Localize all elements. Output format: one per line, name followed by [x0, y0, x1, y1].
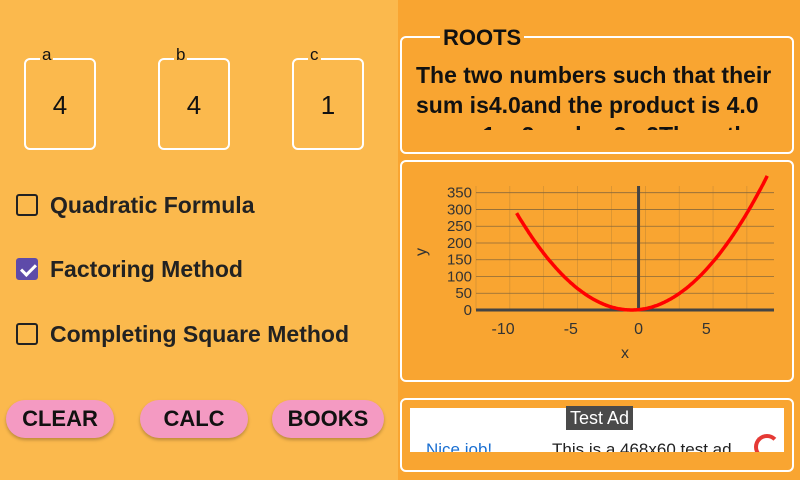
x-tick-label: -5 [564, 321, 578, 338]
roots-panel: ROOTS The two numbers such that their su… [400, 26, 794, 154]
ad-logo-icon [754, 434, 780, 452]
x-tick-label: 5 [702, 321, 711, 338]
y-tick-label: 50 [455, 285, 472, 302]
method-factoring[interactable]: Factoring Method [16, 252, 243, 286]
y-tick-label: 150 [447, 252, 472, 269]
completing-square-checkbox[interactable] [16, 323, 38, 345]
ad-panel: Nice job! This is a 468x60 test ad. Test… [400, 398, 794, 472]
calc-button[interactable]: CALC [140, 400, 248, 438]
coefficient-b-label: b [174, 45, 188, 64]
factoring-method-checkbox[interactable] [16, 258, 38, 280]
output-pane: ROOTS The two numbers such that their su… [398, 0, 800, 480]
method-completing-square[interactable]: Completing Square Method [16, 317, 349, 351]
y-axis-label: y [413, 248, 430, 256]
quadratic-formula-checkbox[interactable] [16, 194, 38, 216]
clear-button[interactable]: CLEAR [6, 400, 114, 438]
x-tick-label: -10 [492, 321, 515, 338]
factoring-method-label: Factoring Method [50, 255, 243, 282]
y-tick-label: 100 [447, 268, 472, 285]
roots-text: The two numbers such that their sum is4.… [416, 62, 772, 130]
coefficient-c-value[interactable]: 1 [294, 90, 362, 121]
test-ad-badge: Test Ad [566, 406, 634, 430]
input-pane: a 4 b 4 c 1 Quadratic Formula Factoring … [0, 0, 398, 480]
x-tick-label: 0 [634, 321, 643, 338]
ad-headline[interactable]: Nice job! [426, 440, 492, 452]
y-tick-label: 300 [447, 201, 472, 218]
books-button[interactable]: BOOKS [272, 400, 384, 438]
parabola-chart: 050100150200250300350-10 -5 0 5xy [413, 175, 774, 362]
quadratic-formula-label: Quadratic Formula [50, 191, 255, 218]
y-tick-label: 0 [464, 302, 472, 319]
graph-panel: 0 50 100 150 200 250 300 350 -10 -5 0 5 x y [400, 160, 794, 382]
roots-title: ROOTS [440, 26, 525, 50]
ad-body: This is a 468x60 test ad. [552, 440, 737, 452]
coefficient-a-field[interactable]: a 4 [24, 46, 96, 150]
x-axis-label: x [621, 345, 629, 362]
coefficient-c-field[interactable]: c 1 [292, 46, 364, 150]
method-quadratic-formula[interactable]: Quadratic Formula [16, 188, 254, 222]
coefficient-b-value[interactable]: 4 [160, 90, 228, 121]
y-tick-label: 350 [447, 185, 472, 202]
coefficient-c-label: c [308, 45, 321, 64]
y-tick-label: 200 [447, 235, 472, 252]
coefficient-a-value[interactable]: 4 [26, 90, 94, 121]
y-tick-label: 250 [447, 218, 472, 235]
coefficient-b-field[interactable]: b 4 [158, 46, 230, 150]
completing-square-label: Completing Square Method [50, 320, 349, 347]
coefficient-a-label: a [40, 45, 54, 64]
